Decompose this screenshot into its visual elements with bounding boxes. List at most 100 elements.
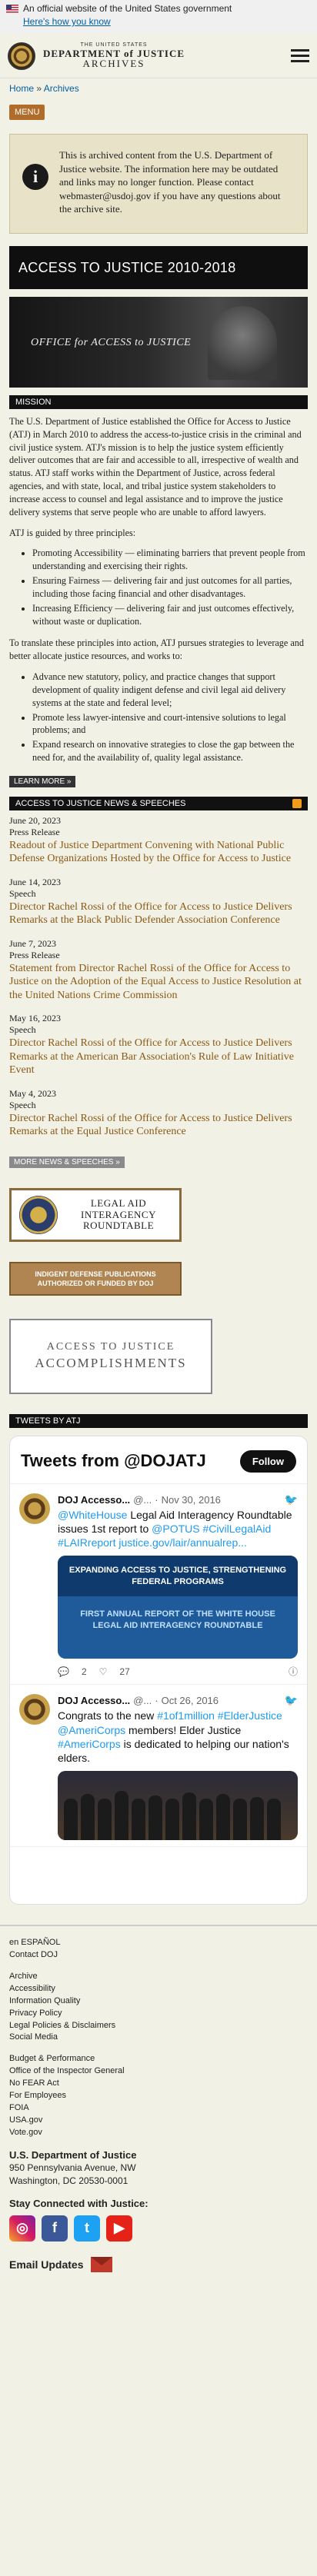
email-updates-label: Email Updates	[9, 2258, 84, 2271]
footer-contact-link[interactable]: Contact DOJ	[9, 1949, 308, 1962]
tweet-date[interactable]: Nov 30, 2016	[162, 1494, 221, 1506]
footer-espanol-link[interactable]: en ESPAÑOL	[9, 1937, 308, 1949]
news-date: May 4, 2023	[9, 1087, 56, 1099]
footer-link[interactable]: Accessibility	[9, 1983, 308, 1995]
hero-banner: OFFICE for ACCESS to JUSTICE	[9, 297, 308, 388]
actions-list: Advance new statutory, policy, and pract…	[32, 671, 308, 764]
envelope-icon	[91, 2256, 113, 2272]
list-item: Ensuring Fairness — delivering fair and …	[32, 574, 308, 601]
site-logo-text[interactable]: THE UNITED STATES DEPARTMENT of JUSTICE …	[43, 42, 185, 69]
list-item: June 14, 2023 Speech Director Rachel Ros…	[9, 877, 308, 927]
mention-link[interactable]: @WhiteHouse	[58, 1509, 127, 1521]
footer-address: U.S. Department of Justice 950 Pennsylva…	[9, 2148, 308, 2187]
tweet-text: Congrats to the new #1of1million #ElderJ…	[58, 1709, 298, 1765]
hamburger-menu-icon[interactable]	[291, 46, 309, 65]
doj-seal-icon[interactable]	[8, 42, 35, 70]
tweet[interactable]: DOJ Accesso... @... · Nov 30, 2016 🐦 @Wh…	[10, 1484, 307, 1686]
section-menu-button[interactable]: MENU	[9, 105, 45, 120]
reply-count: 2	[81, 1666, 87, 1677]
footer-link[interactable]: FOIA	[9, 2102, 308, 2115]
news-link[interactable]: Director Rachel Rossi of the Office for …	[9, 1037, 308, 1077]
mission-paragraph-2: ATJ is guided by three principles:	[9, 527, 136, 538]
heres-how-link[interactable]: Here's how you know	[23, 16, 311, 27]
facebook-icon[interactable]: f	[42, 2215, 68, 2242]
list-item: May 16, 2023 Speech Director Rachel Ross…	[9, 1013, 308, 1077]
tweet-media-card[interactable]: EXPANDING ACCESS TO JUSTICE, STRENGTHENI…	[58, 1556, 298, 1659]
footer-address-line-2: Washington, DC 20530-0001	[9, 2175, 128, 2186]
mention-link[interactable]: @AmeriCorps	[58, 1724, 125, 1736]
avatar[interactable]	[19, 1493, 50, 1524]
list-item: Expand research on innovative strategies…	[32, 738, 308, 764]
footer-link[interactable]: Vote.gov	[9, 2127, 308, 2139]
footer-link[interactable]: Archive	[9, 1971, 308, 1983]
twitter-bird-icon[interactable]: 🐦	[285, 1694, 298, 1707]
twitter-timeline[interactable]: Tweets from @DOJATJ Follow DOJ Accesso..…	[9, 1435, 308, 1905]
more-news-button[interactable]: MORE NEWS & SPEECHES »	[9, 1156, 125, 1168]
list-item: June 20, 2023 Press Release Readout of J…	[9, 815, 308, 866]
breadcrumb: Home » Archives	[0, 78, 317, 100]
learn-more-button[interactable]: LEARN MORE »	[9, 775, 76, 787]
footer-link[interactable]: Office of the Inspector General	[9, 2065, 308, 2078]
footer-link[interactable]: Budget & Performance	[9, 2053, 308, 2065]
news-date: June 7, 2023	[9, 937, 56, 949]
footer-link[interactable]: Privacy Policy	[9, 2008, 308, 2020]
hashtag-link[interactable]: #LAIRreport	[58, 1536, 115, 1549]
hashtag-link[interactable]: #ElderJustice	[218, 1709, 282, 1722]
news-link[interactable]: Director Rachel Rossi of the Office for …	[9, 900, 308, 927]
accomplishments-banner-link[interactable]: ACCESS TO JUSTICE ACCOMPLISHMENTS	[9, 1318, 212, 1394]
twitter-icon[interactable]: t	[74, 2215, 100, 2242]
info-icon: i	[22, 164, 48, 190]
tweet-author[interactable]: DOJ Accesso...	[58, 1695, 130, 1706]
hashtag-link[interactable]: #1of1million	[157, 1709, 215, 1722]
list-item: May 4, 2023 Speech Director Rachel Rossi…	[9, 1088, 308, 1139]
footer-link[interactable]: Legal Policies & Disclaimers	[9, 2020, 308, 2032]
footer-link[interactable]: Information Quality	[9, 1995, 308, 2008]
footer-org-name: U.S. Department of Justice	[9, 2148, 137, 2161]
lair-banner-link[interactable]: LEGAL AID INTERAGENCY ROUNDTABLE	[9, 1187, 182, 1242]
news-list: June 20, 2023 Press Release Readout of J…	[0, 810, 317, 1154]
avatar[interactable]	[19, 1694, 50, 1726]
footer-link[interactable]: For Employees	[9, 2090, 308, 2102]
follow-button[interactable]: Follow	[239, 1449, 296, 1473]
breadcrumb-archives[interactable]: Archives	[44, 83, 79, 94]
footer-link[interactable]: No FEAR Act	[9, 2078, 308, 2090]
tweet-text-part: members! Elder Justice	[125, 1723, 242, 1736]
instagram-icon[interactable]: ◎	[9, 2215, 35, 2242]
mention-link[interactable]: @POTUS	[152, 1523, 199, 1535]
breadcrumb-separator: »	[36, 83, 42, 94]
hashtag-link[interactable]: #AmeriCorps	[58, 1738, 121, 1750]
news-type: Speech	[9, 1024, 36, 1036]
tweet-handle: @...	[133, 1695, 152, 1707]
email-updates-link[interactable]: Email Updates	[9, 2256, 308, 2272]
list-item: June 7, 2023 Press Release Statement fro…	[9, 938, 308, 1003]
mission-section: The U.S. Department of Justice establish…	[0, 409, 317, 764]
news-link[interactable]: Director Rachel Rossi of the Office for …	[9, 1112, 308, 1139]
news-type: Press Release	[9, 826, 60, 837]
news-date: June 14, 2023	[9, 876, 61, 887]
news-link[interactable]: Readout of Justice Department Convening …	[9, 839, 308, 866]
rss-icon[interactable]	[292, 798, 302, 808]
logo-line-2: DEPARTMENT of JUSTICE	[43, 47, 185, 59]
like-icon[interactable]: ♡	[99, 1666, 108, 1677]
list-item: Promoting Accessibility — eliminating ba…	[32, 547, 308, 573]
info-icon[interactable]: ⓘ	[289, 1665, 298, 1678]
lair-seal-icon	[19, 1195, 58, 1234]
news-link[interactable]: Statement from Director Rachel Rossi of …	[9, 962, 308, 1003]
news-date: May 16, 2023	[9, 1013, 61, 1024]
breadcrumb-home[interactable]: Home	[9, 83, 34, 94]
tweet-date[interactable]: Oct 26, 2016	[162, 1695, 219, 1706]
lair-banner-text: LEGAL AID INTERAGENCY ROUNDTABLE	[81, 1197, 156, 1232]
tweet-photo[interactable]	[58, 1771, 298, 1841]
reply-icon[interactable]: 💬	[58, 1666, 69, 1677]
tweet-author[interactable]: DOJ Accesso...	[58, 1494, 130, 1506]
indigent-defense-banner-link[interactable]: INDIGENT DEFENSE PUBLICATIONS AUTHORIZED…	[9, 1261, 182, 1296]
url-link[interactable]: justice.gov/lair/annualrep...	[118, 1536, 247, 1549]
tweet[interactable]: DOJ Accesso... @... · Oct 26, 2016 🐦 Con…	[10, 1685, 307, 1848]
card-bottom-text: FIRST ANNUAL REPORT OF THE WHITE HOUSE L…	[80, 1609, 275, 1631]
footer-link[interactable]: Social Media	[9, 2032, 308, 2044]
twitter-bird-icon[interactable]: 🐦	[285, 1493, 298, 1506]
news-heading: ACCESS TO JUSTICE NEWS & SPEECHES	[9, 796, 308, 810]
footer-link[interactable]: USA.gov	[9, 2115, 308, 2127]
youtube-icon[interactable]: ▶	[106, 2215, 132, 2242]
hashtag-link[interactable]: #CivilLegalAid	[203, 1523, 272, 1535]
